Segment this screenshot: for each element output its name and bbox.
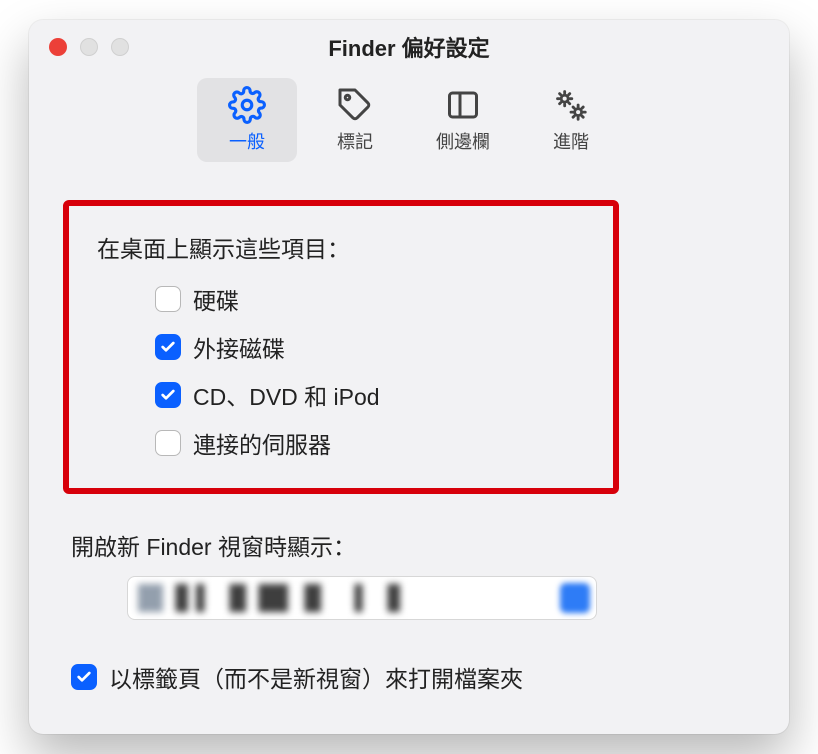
checkbox-label: CD、DVD 和 iPod xyxy=(193,378,380,412)
checkbox-row-external-disks: 外接磁碟 xyxy=(155,330,585,364)
new-window-shows-label: 開啟新 Finder 視窗時顯示： xyxy=(71,528,749,562)
checkbox-row-cd-dvd-ipod: CD、DVD 和 iPod xyxy=(155,378,585,412)
checkbox-label: 以標籤頁（而不是新視窗）來打開檔案夾 xyxy=(109,660,523,694)
checkbox-row-open-in-tabs: 以標籤頁（而不是新視窗）來打開檔案夾 xyxy=(71,660,749,694)
desktop-show-label: 在桌面上顯示這些項目： xyxy=(97,230,585,264)
maximize-button[interactable] xyxy=(111,38,129,56)
gear-icon xyxy=(228,86,266,124)
traffic-lights xyxy=(49,38,129,56)
toolbar: 一般 標記 側邊欄 xyxy=(29,74,789,176)
checkbox-hard-disks[interactable] xyxy=(155,286,181,312)
checkbox-external-disks[interactable] xyxy=(155,334,181,360)
tab-label: 標記 xyxy=(337,128,373,154)
gears-icon xyxy=(552,86,590,124)
checkbox-row-servers: 連接的伺服器 xyxy=(155,426,585,460)
titlebar: Finder 偏好設定 xyxy=(29,20,789,74)
checkbox-label: 硬碟 xyxy=(193,282,239,316)
close-button[interactable] xyxy=(49,38,67,56)
tab-advanced[interactable]: 進階 xyxy=(521,78,621,162)
tab-label: 側邊欄 xyxy=(436,128,490,154)
dropdown-chevron-icon xyxy=(560,583,590,613)
tab-label: 一般 xyxy=(229,128,265,154)
tab-general[interactable]: 一般 xyxy=(197,78,297,162)
window-title: Finder 偏好設定 xyxy=(29,31,789,63)
checkbox-servers[interactable] xyxy=(155,430,181,456)
dropdown-value-obscured xyxy=(138,584,554,612)
preferences-window: Finder 偏好設定 一般 標記 xyxy=(29,20,789,734)
tag-icon xyxy=(336,86,374,124)
new-window-location-dropdown[interactable] xyxy=(127,576,597,620)
checkbox-cd-dvd-ipod[interactable] xyxy=(155,382,181,408)
tab-label: 進階 xyxy=(553,128,589,154)
highlight-box: 在桌面上顯示這些項目： 硬碟 外接磁碟 xyxy=(63,200,619,494)
sidebar-icon xyxy=(444,86,482,124)
desktop-items-list: 硬碟 外接磁碟 CD、DVD 和 iPod xyxy=(97,282,585,460)
checkbox-open-in-tabs[interactable] xyxy=(71,664,97,690)
checkbox-row-hard-disks: 硬碟 xyxy=(155,282,585,316)
content-pane: 在桌面上顯示這些項目： 硬碟 外接磁碟 xyxy=(29,176,789,734)
minimize-button[interactable] xyxy=(80,38,98,56)
checkbox-label: 外接磁碟 xyxy=(193,330,285,364)
tab-tags[interactable]: 標記 xyxy=(305,78,405,162)
tab-sidebar[interactable]: 側邊欄 xyxy=(413,78,513,162)
checkbox-label: 連接的伺服器 xyxy=(193,426,331,460)
